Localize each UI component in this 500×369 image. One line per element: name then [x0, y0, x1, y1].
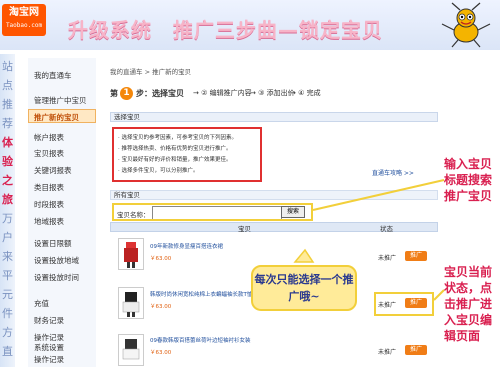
guide-link[interactable]: 直通车攻略 >> [372, 168, 414, 177]
product-price: ￥63.00 [150, 350, 172, 356]
tip-line: · 选择宝贝的参考因素，可参考宝贝的下列因素。 [118, 135, 237, 141]
promote-button[interactable]: 推广 [405, 251, 427, 261]
promote-button[interactable]: 推广 [405, 345, 427, 355]
speech-bubble: 每次只能选择一个推广哦~ [251, 265, 357, 311]
left-strip-char: 户 [2, 231, 13, 244]
step-current-label: 步：选择宝贝 [136, 89, 184, 98]
left-strip-char: 站 [2, 60, 13, 73]
sidebar-item[interactable]: 我的直通车 [34, 70, 72, 81]
left-strip-char: 之 [2, 174, 13, 187]
sidebar-item[interactable]: 操作记录 [34, 354, 64, 365]
product-thumbnail[interactable] [118, 238, 144, 270]
callout-search: 输入宝贝 标题搜索 推广宝贝 [444, 157, 493, 203]
sidebar-item[interactable]: 管理推广中宝贝 [34, 95, 87, 106]
sidebar-item[interactable]: 系统设置 [34, 342, 64, 353]
left-strip-char: 体 [2, 136, 13, 149]
sidebar-item[interactable]: 关键词报表 [34, 165, 72, 176]
left-strip-char: 推 [2, 98, 13, 111]
search-highlight-box [112, 203, 313, 221]
left-strip-char: 荐 [2, 117, 13, 130]
product-price: ￥63.00 [150, 304, 172, 310]
sidebar-item[interactable]: 设置投放时间 [34, 272, 79, 283]
panel-title: 选择宝贝 [110, 112, 438, 122]
tip-line: · 推荐选择热卖、价格有优势的宝贝进行推广。 [118, 146, 232, 152]
step-2-label: → ② 编辑推广内容 [193, 89, 252, 97]
callout-status: 宝贝当前 状态，点 击推广进 入宝贝编 辑页面 [444, 265, 493, 343]
sidebar-item[interactable]: 类目报表 [34, 182, 64, 193]
left-strip-char: 来 [2, 250, 13, 263]
sidebar-item[interactable]: 地域报表 [34, 216, 64, 227]
left-strip-char: 方 [2, 326, 13, 339]
left-strip-char: 万 [2, 212, 13, 225]
section-title: 所有宝贝 [110, 190, 438, 200]
sidebar-item[interactable]: 充值 [34, 298, 49, 309]
tip-line: · 宝贝最好有好的评价和销量，推广效果更佳。 [118, 157, 232, 163]
column-header-status: 状态 [380, 225, 393, 233]
sidebar-item[interactable]: 设置投放地域 [34, 255, 79, 266]
tip-line: · 选择多件宝贝，可以分别推广。 [118, 168, 199, 174]
product-title[interactable]: 韩版时尚休闲宽松纯棉上衣蝙蝠袖长款T恤 [150, 290, 252, 298]
page-headline: 升级系统 推广三步曲—锁定宝贝 [68, 18, 383, 42]
status-highlight-box [374, 292, 434, 316]
left-strip-char: 点 [2, 79, 13, 92]
sidebar-item[interactable]: 帐户报表 [34, 132, 64, 143]
sidebar-item[interactable]: 设置日限额 [34, 238, 72, 249]
step-3-label: → ③ 添加出价 [250, 89, 295, 97]
logo-text: 淘宝网 [9, 7, 39, 18]
product-thumbnail[interactable] [118, 334, 144, 366]
left-strip-char: 直 [2, 345, 13, 358]
product-title[interactable]: 09春款韩版百搭蕾丝荷叶边短袖衬衫女装 [150, 336, 251, 344]
ant-mascot-icon [441, 2, 491, 48]
taobao-logo[interactable]: 淘宝网 Taobao.com [2, 4, 46, 36]
sidebar-item[interactable]: 推广新的宝贝 [34, 112, 79, 123]
product-title[interactable]: 09年新款修身显瘦百搭连衣裙 [150, 242, 223, 250]
left-strip-char: 旅 [2, 193, 13, 206]
left-strip-char: 验 [2, 155, 13, 168]
left-strip-char: 件 [2, 307, 13, 320]
step-number-badge: 1 [120, 87, 133, 100]
logo-subtext: Taobao.com [5, 22, 43, 29]
product-status: 未推广 [378, 255, 397, 262]
sidebar-item[interactable]: 宝贝报表 [34, 148, 64, 159]
left-strip-char: 元 [2, 288, 13, 301]
left-strip-char: 平 [2, 269, 13, 282]
product-status: 未推广 [378, 349, 397, 356]
step-4-label: → ④ 完成 [290, 89, 321, 97]
sidebar-item[interactable]: 时段报表 [34, 199, 64, 210]
product-thumbnail[interactable] [118, 287, 144, 319]
breadcrumb: 我的直通车 > 推广新的宝贝 [110, 68, 192, 76]
product-price: ￥63.00 [150, 256, 172, 262]
step-prefix: 第 [110, 89, 118, 98]
sidebar-item[interactable]: 财务记录 [34, 315, 64, 326]
column-header-product: 宝贝 [238, 225, 251, 233]
